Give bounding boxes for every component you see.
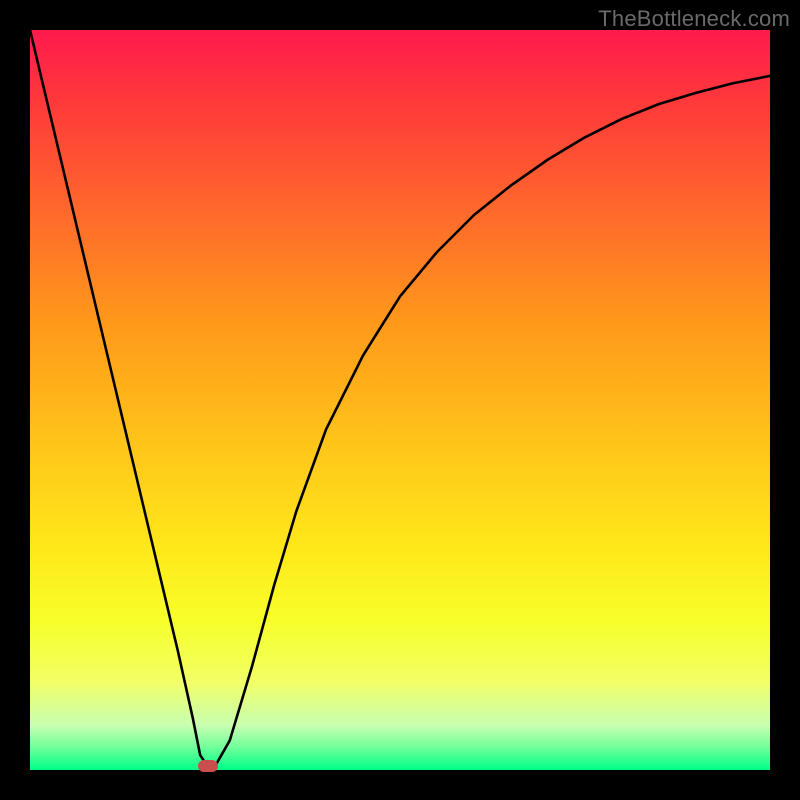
curve-svg xyxy=(30,30,770,770)
minimum-marker xyxy=(198,760,218,772)
attribution-label: TheBottleneck.com xyxy=(598,6,790,32)
bottleneck-curve xyxy=(30,30,770,766)
chart-frame: TheBottleneck.com xyxy=(0,0,800,800)
plot-area xyxy=(30,30,770,770)
